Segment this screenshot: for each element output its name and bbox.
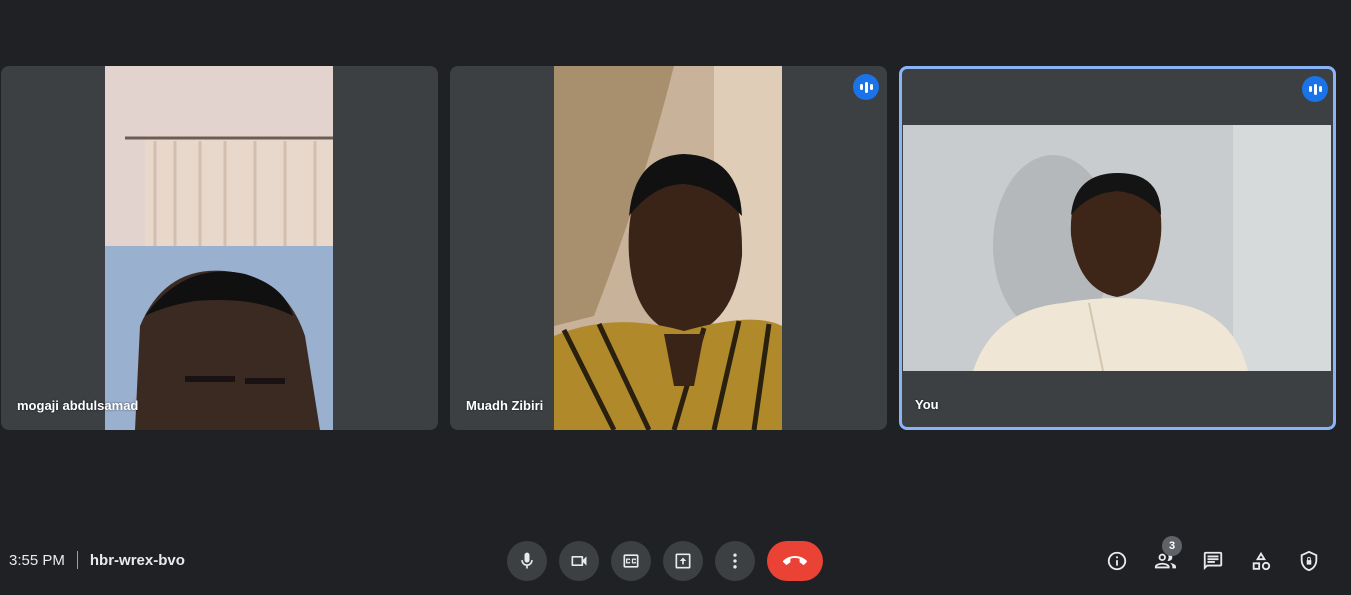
more-options-button[interactable] (715, 541, 755, 581)
mic-button[interactable] (507, 541, 547, 581)
meeting-time: 3:55 PM (9, 551, 65, 569)
host-controls-icon (1300, 550, 1318, 572)
participant-video (105, 66, 333, 430)
participant-video (903, 125, 1331, 371)
chat-button[interactable] (1197, 545, 1229, 577)
divider (76, 551, 78, 569)
meeting-info: 3:55 PM hbr-wrex-bvo (9, 551, 185, 569)
participant-tile-1[interactable]: mogaji abdulsamad (1, 66, 438, 430)
more-options-icon (733, 553, 737, 569)
captions-icon (623, 554, 639, 568)
end-call-icon (783, 556, 807, 565)
participant-tile-self[interactable]: You (899, 66, 1336, 430)
speaking-indicator-icon (853, 74, 879, 100)
end-call-button[interactable] (767, 541, 823, 581)
side-panel-icons: 3 (1101, 536, 1325, 577)
captions-button[interactable] (611, 541, 651, 581)
people-count-badge: 3 (1162, 536, 1182, 556)
participant-video (554, 66, 782, 430)
info-icon (1107, 551, 1127, 571)
activities-icon (1252, 551, 1271, 571)
meeting-code: hbr-wrex-bvo (89, 551, 185, 569)
participant-name: mogaji abdulsamad (17, 398, 139, 413)
chat-icon (1203, 551, 1223, 571)
present-icon (675, 553, 691, 569)
camera-button[interactable] (559, 541, 599, 581)
host-controls-button[interactable] (1293, 545, 1325, 577)
participant-name: Muadh Zibiri (466, 398, 544, 413)
people-button[interactable]: 3 (1149, 536, 1182, 577)
participant-tile-2[interactable]: Muadh Zibiri (450, 66, 887, 430)
meeting-details-button[interactable] (1101, 545, 1133, 577)
call-controls (507, 541, 823, 581)
activities-button[interactable] (1245, 545, 1277, 577)
camera-icon (571, 556, 587, 566)
mic-icon (521, 552, 533, 569)
speaking-indicator-icon (1302, 76, 1328, 102)
participant-name: You (915, 397, 939, 412)
present-button[interactable] (663, 541, 703, 581)
